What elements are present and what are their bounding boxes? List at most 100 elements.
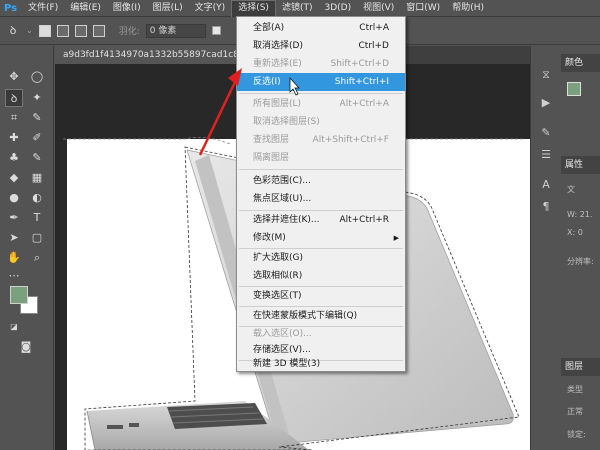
- x-value[interactable]: 0: [578, 228, 583, 237]
- label: 焦点区域(U)...: [253, 194, 312, 204]
- menu-item-deselect[interactable]: 取消选择(D) Ctrl+D: [237, 37, 405, 55]
- menu-image[interactable]: 图像(I): [107, 0, 147, 17]
- pen-tool-icon[interactable]: ✒: [5, 209, 23, 227]
- menu-item-inverse[interactable]: 反选(I) Shift+Ctrl+I: [237, 73, 405, 91]
- menu-item-new-3d-model[interactable]: 新建 3D 模型(3): [237, 355, 405, 373]
- shortcut: Ctrl+D: [358, 41, 390, 51]
- menu-item-color-range[interactable]: 色彩范围(C)...: [237, 172, 405, 190]
- label: 取消选择(D): [253, 41, 303, 51]
- x-position-label: X: 0: [567, 228, 583, 237]
- menu-filter[interactable]: 滤镜(T): [276, 0, 319, 17]
- move-tool-icon[interactable]: ✥: [5, 68, 23, 86]
- menu-layer[interactable]: 图层(L): [147, 0, 189, 17]
- menu-window[interactable]: 窗口(W): [400, 0, 446, 17]
- menu-item-transform-selection[interactable]: 变换选区(T): [237, 287, 405, 305]
- eyedropper-icon[interactable]: ✎: [28, 109, 46, 127]
- foreground-color-swatch[interactable]: [10, 286, 28, 304]
- menu-item-isolate-layers[interactable]: 隔离图层: [237, 149, 405, 167]
- new-selection-icon[interactable]: [38, 24, 51, 37]
- menu-item-find-layers[interactable]: 查找图层 Alt+Shift+Ctrl+F: [237, 131, 405, 149]
- menu-item-select-and-mask[interactable]: 选择并遮住(K)... Alt+Ctrl+R: [237, 211, 405, 229]
- document-tab[interactable]: a9d3fd1f4134970a1332b55897cad1c8a78: [55, 46, 264, 64]
- resolution-label: 分辨率:: [567, 257, 594, 266]
- adjustments-icon[interactable]: ☰: [539, 148, 553, 162]
- menu-item-quick-mask[interactable]: 在快速蒙版模式下编辑(Q): [237, 307, 405, 325]
- hand-tool-icon[interactable]: ✋: [5, 249, 23, 267]
- eraser-icon[interactable]: ◆: [5, 169, 23, 187]
- magic-wand-icon[interactable]: ✦: [28, 89, 46, 107]
- path-selection-icon[interactable]: ➤: [5, 229, 23, 247]
- paragraph-icon[interactable]: ¶: [539, 200, 553, 214]
- default-colors-icon[interactable]: ◪: [5, 318, 23, 336]
- history-brush-icon[interactable]: ✎: [28, 149, 46, 167]
- shortcut: Alt+Ctrl+A: [339, 99, 389, 109]
- tab-color[interactable]: 颜色: [561, 54, 600, 72]
- shortcut: Ctrl+A: [359, 23, 389, 33]
- tab-properties[interactable]: 属性: [561, 156, 600, 174]
- label: 色彩范围(C)...: [253, 176, 311, 186]
- brush-tool-icon[interactable]: ✐: [28, 129, 46, 147]
- tab-layers[interactable]: 图层: [561, 358, 600, 376]
- lasso-tool-icon[interactable]: ꝺ: [5, 89, 23, 107]
- label: 反选(I): [253, 77, 281, 87]
- menu-edit[interactable]: 编辑(E): [64, 0, 107, 17]
- label: 在快速蒙版模式下编辑(Q): [253, 311, 358, 321]
- menu-item-focus-area[interactable]: 焦点区域(U)...: [237, 190, 405, 208]
- menu-help[interactable]: 帮助(H): [446, 0, 490, 17]
- marquee-tool-icon[interactable]: ◯: [28, 68, 46, 86]
- w-value[interactable]: 21.: [580, 210, 593, 219]
- crop-tool-icon[interactable]: ⌗: [5, 109, 23, 127]
- label: 扩大选取(G): [253, 253, 303, 263]
- anti-alias-checkbox[interactable]: [211, 26, 221, 35]
- clone-stamp-icon[interactable]: ♣: [5, 149, 23, 167]
- label: 重新选择(E): [253, 59, 302, 69]
- quick-mask-icon[interactable]: ◙: [17, 338, 35, 356]
- character-icon[interactable]: A: [539, 178, 553, 192]
- layers-kind-filter[interactable]: 类型: [567, 384, 583, 395]
- select-menu-dropdown: 全部(A) Ctrl+A 取消选择(D) Ctrl+D 重新选择(E) Shift+C…: [236, 16, 406, 372]
- label: 变换选区(T): [253, 291, 302, 301]
- menu-item-deselect-layers[interactable]: 取消选择图层(S): [237, 113, 405, 131]
- menu-file[interactable]: 文件(F): [22, 0, 64, 17]
- add-to-selection-icon[interactable]: [56, 24, 69, 37]
- menu-view[interactable]: 视图(V): [357, 0, 400, 17]
- menu-divider: [239, 169, 403, 170]
- shortcut: Shift+Ctrl+D: [330, 59, 389, 69]
- panel-foreground-swatch[interactable]: [567, 82, 581, 96]
- type-tool-icon[interactable]: T: [28, 209, 46, 227]
- label: 选取相似(R): [253, 271, 303, 281]
- dodge-tool-icon[interactable]: ◐: [28, 189, 46, 207]
- lasso-tool-preset-icon[interactable]: ꝺ: [6, 22, 20, 40]
- intersect-selection-icon[interactable]: [92, 24, 105, 37]
- menu-item-reselect[interactable]: 重新选择(E) Shift+Ctrl+D: [237, 55, 405, 73]
- menu-3d[interactable]: 3D(D): [318, 0, 357, 17]
- blend-mode-select[interactable]: 正常: [567, 406, 583, 417]
- menu-item-similar[interactable]: 选取相似(R): [237, 267, 405, 285]
- healing-brush-icon[interactable]: ✚: [5, 129, 23, 147]
- actions-icon[interactable]: ▶: [539, 96, 553, 110]
- menu-item-all-layers[interactable]: 所有图层(L) Alt+Ctrl+A: [237, 95, 405, 113]
- label: 隔离图层: [253, 153, 290, 163]
- subtract-from-selection-icon[interactable]: [74, 24, 87, 37]
- properties-doc-label: 文: [567, 185, 575, 194]
- gradient-icon[interactable]: ▦: [28, 169, 46, 187]
- menu-item-modify[interactable]: 修改(M) ▶: [237, 229, 405, 247]
- feather-input[interactable]: 0 像素: [145, 23, 206, 38]
- more-tools-icon[interactable]: ⋯: [5, 267, 23, 285]
- x-label: X:: [567, 228, 576, 237]
- rectangle-tool-icon[interactable]: ▢: [28, 229, 46, 247]
- shortcut: Alt+Ctrl+R: [339, 215, 389, 225]
- blur-tool-icon[interactable]: ●: [5, 189, 23, 207]
- menu-item-select-all[interactable]: 全部(A) Ctrl+A: [237, 19, 405, 37]
- menu-select[interactable]: 选择(S): [231, 0, 276, 17]
- menu-type[interactable]: 文字(Y): [189, 0, 232, 17]
- menu-item-grow[interactable]: 扩大选取(G): [237, 249, 405, 267]
- chevron-down-icon[interactable]: ⌄: [26, 26, 33, 35]
- label: 选择并遮住(K)...: [253, 215, 320, 225]
- menu-divider: [239, 93, 403, 94]
- label: 取消选择图层(S): [253, 117, 320, 127]
- label: 查找图层: [253, 135, 290, 145]
- zoom-tool-icon[interactable]: ⌕: [28, 249, 46, 267]
- brush-presets-icon[interactable]: ✎: [539, 126, 553, 140]
- history-icon[interactable]: ⧖: [539, 68, 553, 82]
